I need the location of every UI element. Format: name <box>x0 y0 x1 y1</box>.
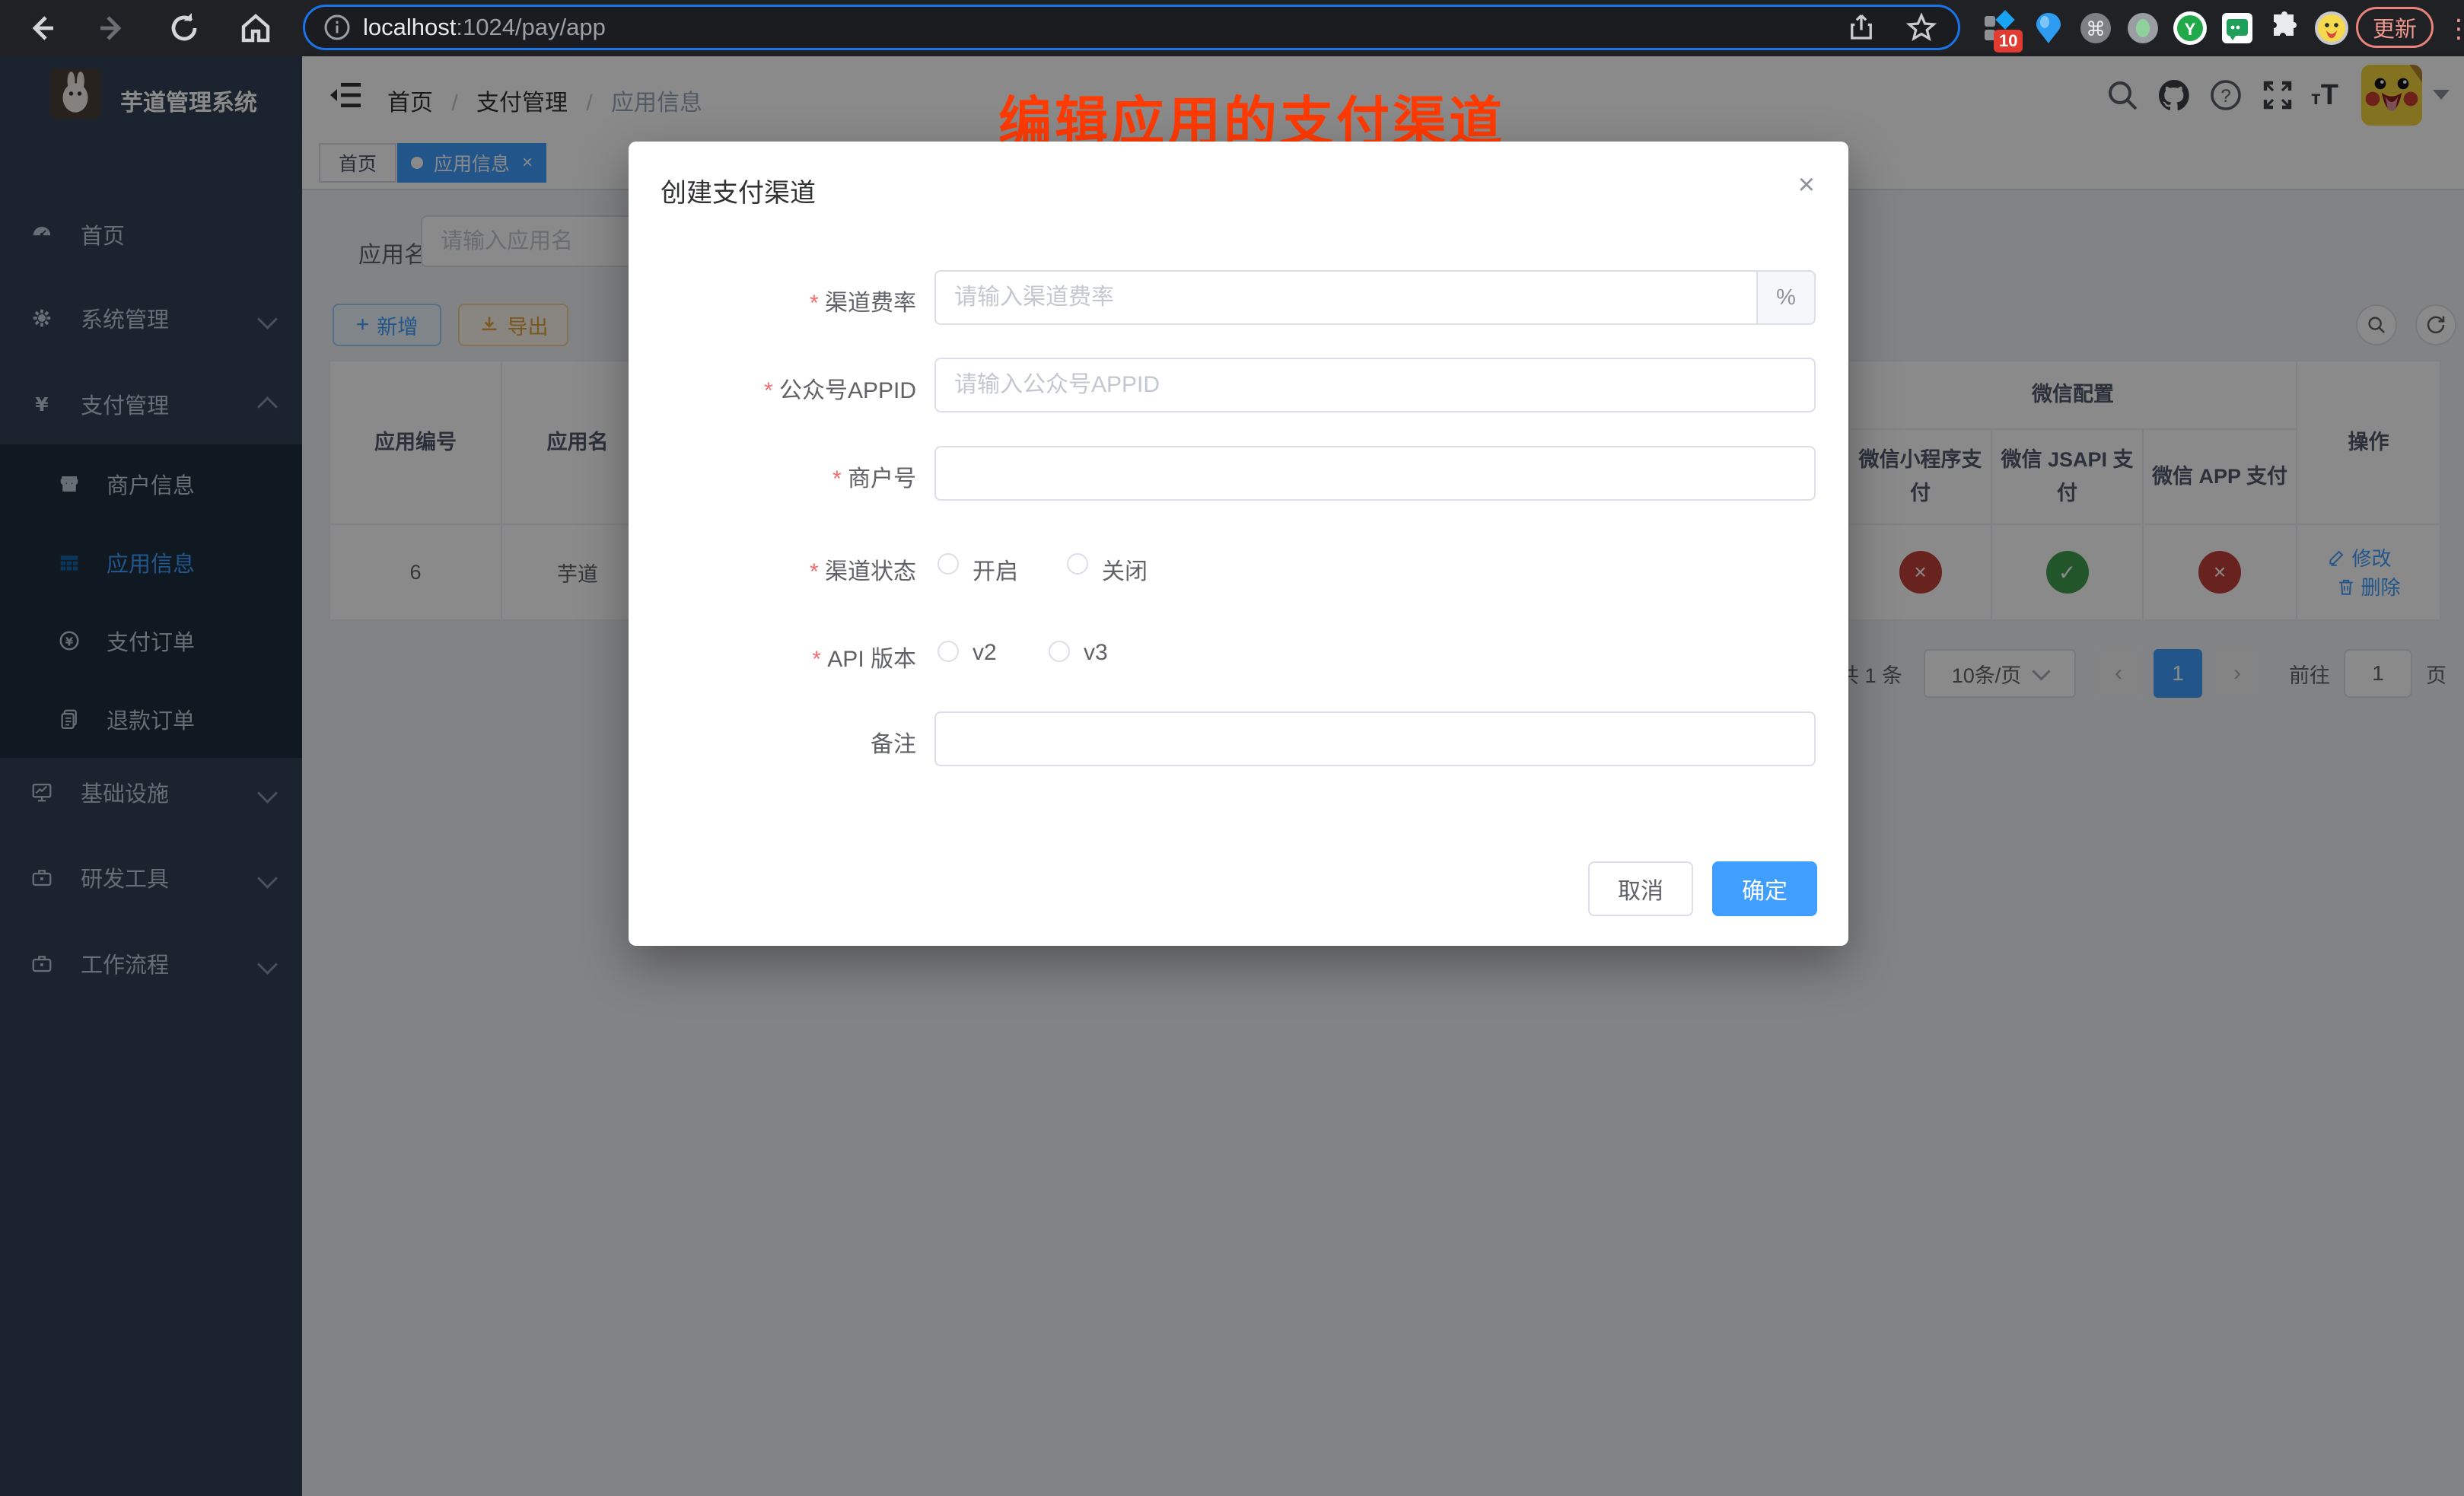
browser-forward-icon[interactable] <box>94 10 131 46</box>
api-v3-radio[interactable] <box>1049 641 1070 662</box>
extension-icon-4[interactable] <box>2125 10 2161 46</box>
remark-label: 备注 <box>642 725 916 759</box>
dialog-title: 创建支付渠道 <box>661 172 816 209</box>
extension-icon-2[interactable] <box>2030 10 2067 46</box>
share-icon[interactable] <box>1845 11 1877 43</box>
extension-icon-1[interactable]: 10 <box>1980 10 2017 46</box>
extension-icon-3[interactable]: ⌘ <box>2077 10 2114 46</box>
rate-suffix: % <box>1758 270 1816 325</box>
cancel-button[interactable]: 取消 <box>1588 861 1693 916</box>
browser-chrome: localhost:1024/pay/app 10 ⌘ Y 更新 ⋮ <box>0 0 2464 56</box>
status-on-radio[interactable] <box>938 553 959 575</box>
api-v3-label[interactable]: v3 <box>1084 640 1108 666</box>
address-bar[interactable]: localhost:1024/pay/app <box>303 5 1960 50</box>
svg-text:⌘: ⌘ <box>2086 18 2106 41</box>
dialog-close-icon[interactable]: × <box>1798 169 1815 202</box>
profile-avatar-icon[interactable] <box>2313 10 2350 46</box>
api-v2-label[interactable]: v2 <box>973 640 997 666</box>
appid-input[interactable] <box>934 358 1816 412</box>
remark-input[interactable] <box>934 711 1816 766</box>
rate-label: 渠道费率 <box>642 284 916 317</box>
status-off-label[interactable]: 关闭 <box>1102 552 1148 586</box>
api-version-label: API 版本 <box>642 640 916 673</box>
merchant-input[interactable] <box>934 446 1816 501</box>
update-browser-button[interactable]: 更新 <box>2356 7 2434 48</box>
extension-icon-5[interactable]: Y <box>2172 10 2208 46</box>
url-text: localhost:1024/pay/app <box>363 14 606 41</box>
create-pay-channel-dialog: 创建支付渠道 × 渠道费率 % 公众号APPID 商户号 渠道状态 开启 关闭 … <box>629 142 1848 946</box>
url-host: localhost <box>363 14 456 40</box>
svg-text:Y: Y <box>2185 20 2196 39</box>
browser-back-icon[interactable] <box>23 10 59 46</box>
merchant-label: 商户号 <box>642 460 916 493</box>
extension-icon-6[interactable] <box>2219 10 2255 46</box>
browser-home-icon[interactable] <box>237 10 274 46</box>
site-info-icon[interactable] <box>322 12 352 43</box>
browser-menu-dots-icon[interactable]: ⋮ <box>2446 14 2464 44</box>
extension-badge: 10 <box>1994 30 2023 53</box>
confirm-button[interactable]: 确定 <box>1712 861 1817 916</box>
url-path: :1024/pay/app <box>456 14 606 40</box>
status-on-label[interactable]: 开启 <box>973 552 1018 586</box>
appid-label: 公众号APPID <box>642 371 916 405</box>
api-v2-radio[interactable] <box>938 641 959 662</box>
bookmark-star-icon[interactable] <box>1905 11 1938 44</box>
status-label: 渠道状态 <box>642 552 916 586</box>
browser-reload-icon[interactable] <box>166 10 202 46</box>
extensions-puzzle-icon[interactable] <box>2266 10 2303 46</box>
status-off-radio[interactable] <box>1067 553 1088 575</box>
rate-input[interactable] <box>934 270 1758 325</box>
